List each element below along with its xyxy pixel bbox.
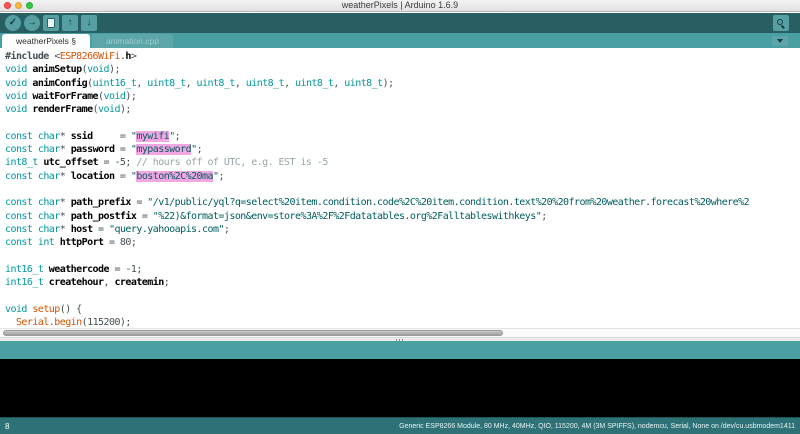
board-port-info: Generic ESP8266 Module, 80 MHz, 40MHz, Q… (399, 423, 795, 430)
code-area: #include <ESP8266WiFi.h>void animSetup(v… (0, 48, 800, 328)
minimize-window-button[interactable] (15, 2, 22, 9)
code-line: void setup() { (5, 304, 800, 317)
code-line: void renderFrame(void); (5, 104, 800, 117)
code-line: const int httpPort = 80; (5, 237, 800, 250)
code-editor[interactable]: #include <ESP8266WiFi.h>void animSetup(v… (0, 48, 800, 328)
code-line: int16_t createhour, createmin; (5, 277, 800, 290)
code-line: const char* ssid = "mywifi"; (5, 131, 800, 144)
open-button[interactable]: ↑ (62, 15, 78, 31)
code-line: void animConfig(uint16_t, uint8_t, uint8… (5, 78, 800, 91)
code-line (5, 250, 800, 263)
arrow-up-icon: ↑ (68, 18, 73, 28)
tabs-container: weatherPixels §animation.cpp (0, 33, 175, 48)
code-line: #include <ESP8266WiFi.h> (5, 51, 800, 64)
bottom-status-bar: 8 Generic ESP8266 Module, 80 MHz, 40MHz,… (0, 417, 800, 434)
code-line: int16_t weathercode = -1; (5, 264, 800, 277)
serial-monitor-button[interactable] (773, 15, 789, 31)
status-message-strip (0, 341, 800, 359)
zoom-window-button[interactable] (26, 2, 33, 9)
upload-button[interactable]: → (24, 15, 40, 31)
tab-list-dropdown-button[interactable] (772, 36, 788, 46)
close-window-button[interactable] (4, 2, 11, 9)
code-line: const char* location = "boston%2C%20ma"; (5, 171, 800, 184)
code-line: const char* password = "mypassword"; (5, 144, 800, 157)
code-line: Serial.begin(115200); (5, 317, 800, 328)
code-line: const char* path_prefix = "/v1/public/yq… (5, 197, 800, 210)
chevron-down-icon (777, 39, 783, 43)
toolbar: ✓ → ↑ ↓ (0, 13, 800, 33)
arrow-down-icon: ↓ (87, 18, 92, 28)
title-bar: weatherPixels | Arduino 1.6.9 (0, 0, 800, 12)
code-line: void animSetup(void); (5, 64, 800, 77)
tab-weatherpixels[interactable]: weatherPixels § (2, 34, 90, 48)
magnifier-icon (777, 19, 785, 27)
code-line (5, 184, 800, 197)
new-sketch-button[interactable] (43, 15, 59, 31)
tab-animation-cpp[interactable]: animation.cpp (92, 34, 173, 48)
document-icon (47, 18, 55, 28)
horizontal-scrollbar-thumb[interactable] (3, 330, 503, 336)
save-button[interactable]: ↓ (81, 15, 97, 31)
arrow-right-icon: → (27, 18, 37, 28)
window-title: weatherPixels | Arduino 1.6.9 (0, 0, 800, 11)
code-line: int8_t utc_offset = -5; // hours off of … (5, 157, 800, 170)
check-icon: ✓ (9, 18, 17, 28)
current-line-number: 8 (5, 422, 9, 431)
code-line: void waitForFrame(void); (5, 91, 800, 104)
code-line (5, 117, 800, 130)
verify-button[interactable]: ✓ (5, 15, 21, 31)
arduino-ide-window: weatherPixels | Arduino 1.6.9 ✓ → ↑ ↓ we… (0, 0, 800, 434)
code-line: const char* host = "query.yahooapis.com"… (5, 224, 800, 237)
tab-bar: weatherPixels §animation.cpp (0, 33, 800, 48)
console-output (0, 359, 800, 417)
code-line (5, 290, 800, 303)
horizontal-scrollbar[interactable] (0, 328, 800, 337)
code-line: const char* path_postfix = "%22)&format=… (5, 211, 800, 224)
